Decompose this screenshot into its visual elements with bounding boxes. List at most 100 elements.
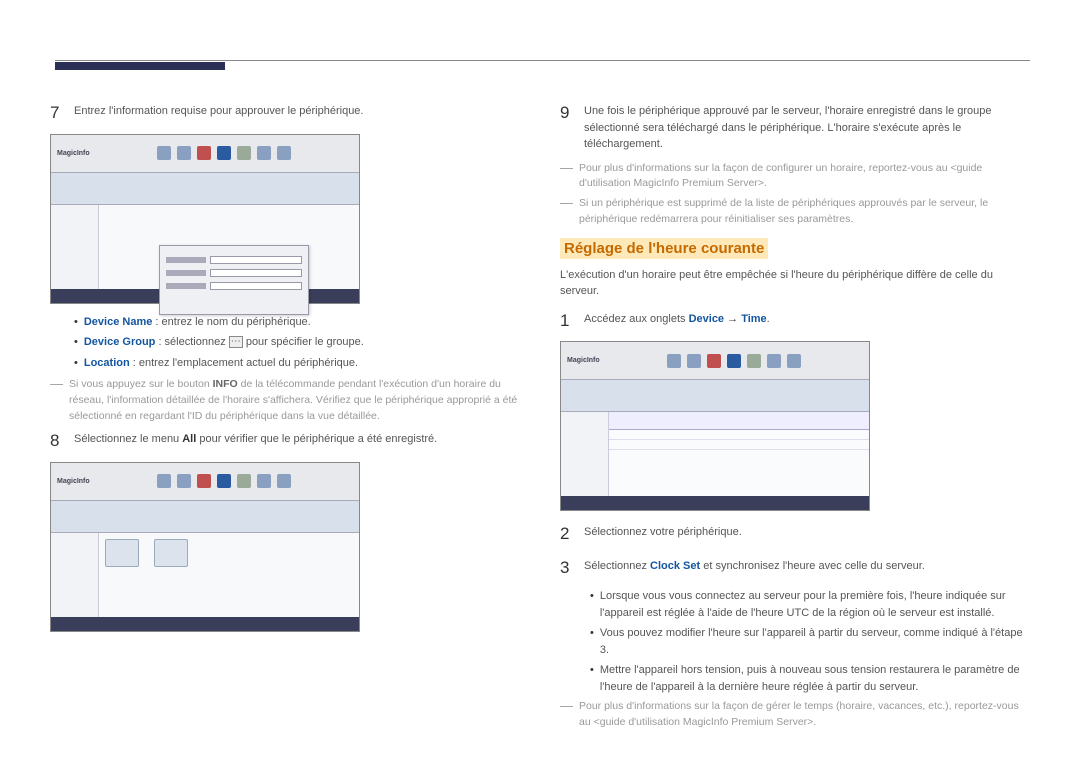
nav-icon: [767, 354, 781, 368]
step-number: 3: [560, 555, 574, 581]
bullet-dot: •: [590, 662, 594, 695]
nav-icon: [707, 354, 721, 368]
ss-ribbon: [51, 173, 359, 205]
bullet-text: Mettre l'appareil hors tension, puis à n…: [600, 662, 1030, 695]
nav-icon: [157, 146, 171, 160]
step-number: 9: [560, 100, 574, 126]
nav-icon: [687, 354, 701, 368]
def-device-name: • Device Name : entrez le nom du périphé…: [74, 314, 520, 331]
step-9: 9 Une fois le périphérique approuvé par …: [560, 100, 1030, 153]
bullet-utc: • Lorsque vous vous connectez au serveur…: [590, 588, 1030, 621]
step-text: Sélectionnez Clock Set et synchronisez l…: [584, 555, 1030, 575]
def-text: Device Group : sélectionnez pour spécifi…: [84, 334, 364, 351]
note-text: Si un périphérique est supprimé de la li…: [579, 196, 1030, 228]
nav-icon: [177, 146, 191, 160]
ss-body: [51, 205, 359, 289]
nav-icon: [197, 146, 211, 160]
step-text: Entrez l'information requise pour approu…: [74, 100, 520, 120]
step-text: Sélectionnez votre périphérique.: [584, 521, 1030, 541]
bullet-dot: •: [590, 625, 594, 658]
dash-icon: ―: [560, 196, 573, 228]
nav-icon-active: [217, 146, 231, 160]
def-device-group: • Device Group : sélectionnez pour spéci…: [74, 334, 520, 351]
ss-nav-icons: [606, 354, 863, 368]
dash-icon: ―: [50, 377, 63, 424]
note-configure-schedule: ― Pour plus d'informations sur la façon …: [560, 161, 1030, 193]
definition-list: • Device Name : entrez le nom du périphé…: [50, 314, 520, 372]
device-thumb: [154, 539, 188, 567]
nav-icon: [157, 474, 171, 488]
nav-icon-active: [727, 354, 741, 368]
bullet-dot: •: [74, 314, 78, 331]
header-accent-block: [55, 62, 225, 70]
nav-icon: [237, 474, 251, 488]
step-text: Accédez aux onglets Device → Time.: [584, 308, 1030, 328]
nav-icon: [277, 146, 291, 160]
ss-column-header: [609, 412, 869, 430]
ss-topbar: MagicInfo: [51, 135, 359, 173]
ss-main: [99, 205, 359, 289]
ss-topbar: MagicInfo: [561, 342, 869, 380]
nav-icon: [237, 146, 251, 160]
bold: INFO: [213, 378, 238, 390]
link-time: Time: [741, 313, 766, 325]
note-manage-time: ― Pour plus d'informations sur la façon …: [560, 699, 1030, 731]
intro-paragraph: L'exécution d'un horaire peut être empêc…: [560, 267, 1030, 300]
nav-icon: [277, 474, 291, 488]
bullet-modify-time: • Vous pouvez modifier l'heure sur l'app…: [590, 625, 1030, 658]
step-number: 1: [560, 308, 574, 334]
browse-icon: [229, 336, 243, 348]
term: Device Name: [84, 316, 153, 328]
ss-device-row: [609, 430, 869, 440]
ss-ribbon: [51, 501, 359, 533]
ss-logo: MagicInfo: [567, 357, 600, 364]
def-location: • Location : entrez l'emplacement actuel…: [74, 355, 520, 372]
bullet-text: Lorsque vous vous connectez au serveur p…: [600, 588, 1030, 621]
nav-icon: [667, 354, 681, 368]
arrow-icon: →: [724, 313, 741, 325]
bullet-dot: •: [590, 588, 594, 621]
ss-paging-bar: [561, 496, 869, 510]
ss-body: [51, 533, 359, 617]
ss-logo: MagicInfo: [57, 478, 90, 485]
note-text: Pour plus d'informations sur la façon de…: [579, 161, 1030, 193]
term: Device Group: [84, 336, 156, 348]
section-heading: Réglage de l'heure courante: [560, 232, 1030, 267]
ss-body: [561, 412, 869, 496]
term: Location: [84, 357, 130, 369]
ss-sidebar: [561, 412, 609, 496]
ss-sidebar: [51, 205, 99, 289]
step-number: 8: [50, 428, 64, 454]
bullet-text: Vous pouvez modifier l'heure sur l'appar…: [600, 625, 1030, 658]
screenshot-all-devices: MagicInfo: [50, 462, 360, 632]
note-text: Pour plus d'informations sur la façon de…: [579, 699, 1030, 731]
nav-icon: [177, 474, 191, 488]
step-text: Sélectionnez le menu All pour vérifier q…: [74, 428, 520, 448]
ss-ribbon: [561, 380, 869, 412]
nav-icon: [747, 354, 761, 368]
step-2: 2 Sélectionnez votre périphérique.: [560, 521, 1030, 547]
ss-paging-bar: [51, 617, 359, 631]
ss-approve-dialog: [159, 245, 309, 315]
step-1: 1 Accédez aux onglets Device → Time.: [560, 308, 1030, 334]
step-3: 3 Sélectionnez Clock Set et synchronisez…: [560, 555, 1030, 581]
screenshot-approve-device: MagicInfo: [50, 134, 360, 304]
header-rule: [55, 60, 1030, 61]
nav-icon: [787, 354, 801, 368]
device-thumb: [105, 539, 139, 567]
bullet-dot: •: [74, 334, 78, 351]
ss-main: [609, 412, 869, 496]
right-column: 9 Une fois le périphérique approuvé par …: [560, 100, 1030, 735]
bullet-power-cycle: • Mettre l'appareil hors tension, puis à…: [590, 662, 1030, 695]
step-8: 8 Sélectionnez le menu All pour vérifier…: [50, 428, 520, 454]
step-number: 2: [560, 521, 574, 547]
nav-icon: [197, 474, 211, 488]
dash-icon: ―: [560, 161, 573, 193]
heading-text: Réglage de l'heure courante: [560, 238, 768, 259]
ss-topbar: MagicInfo: [51, 463, 359, 501]
nav-icon: [257, 146, 271, 160]
bold: All: [182, 433, 196, 445]
ss-nav-icons: [96, 474, 353, 488]
ss-device-row: [609, 440, 869, 450]
step-text: Une fois le périphérique approuvé par le…: [584, 100, 1030, 153]
